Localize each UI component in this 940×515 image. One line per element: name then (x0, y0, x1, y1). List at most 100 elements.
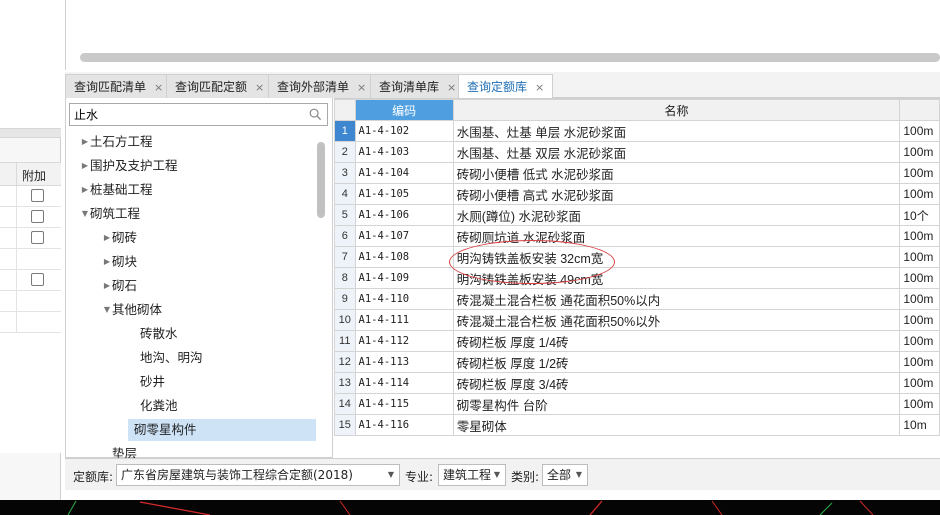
search-icon[interactable] (309, 108, 322, 121)
name-cell[interactable]: 零星砌体 (452, 414, 901, 436)
major-select[interactable]: 建筑工程 ▼ (438, 464, 506, 486)
tree-node[interactable]: ▶ 砌砖 (66, 226, 316, 250)
tab-3[interactable]: 查询外部清单 × (268, 74, 376, 98)
expand-right-icon[interactable]: ▶ (80, 154, 90, 178)
unit-cell[interactable]: 100m (899, 225, 940, 247)
unit-cell[interactable]: 100m (899, 162, 940, 184)
unit-cell[interactable]: 100m (899, 183, 940, 205)
attach-checkbox[interactable] (31, 273, 44, 286)
code-cell[interactable]: A1-4-103 (354, 141, 454, 163)
row-number-cell[interactable]: 1 (334, 120, 356, 142)
unit-cell[interactable]: 100m (899, 288, 940, 310)
tree-node[interactable]: ▶ 围护及支护工程 (66, 154, 316, 178)
code-cell[interactable]: A1-4-107 (354, 225, 454, 247)
table-row[interactable]: 10 A1-4-111 砖混凝土混合栏板 通花面积50%以外 100m (334, 309, 940, 331)
close-icon[interactable]: × (154, 81, 163, 94)
code-cell[interactable]: A1-4-114 (354, 372, 454, 394)
tree-node[interactable]: ▶ 砌石 (66, 274, 316, 298)
table-row[interactable]: 9 A1-4-110 砖混凝土混合栏板 通花面积50%以内 100m (334, 288, 940, 310)
tab-2[interactable]: 查询匹配定额 × (166, 74, 274, 98)
row-number-cell[interactable]: 11 (334, 330, 356, 352)
tree-node[interactable]: ▶ 桩基础工程 (66, 178, 316, 202)
unit-cell[interactable]: 100m (899, 330, 940, 352)
unit-cell[interactable]: 100m (899, 351, 940, 373)
tree-vertical-scrollbar[interactable] (317, 142, 325, 218)
horizontal-scrollbar[interactable] (80, 53, 940, 62)
name-cell[interactable]: 砖砌小便槽 高式 水泥砂浆面 (452, 183, 901, 205)
table-row[interactable]: 4 A1-4-105 砖砌小便槽 高式 水泥砂浆面 100m (334, 183, 940, 205)
unit-cell[interactable]: 100m (899, 393, 940, 415)
tab-5[interactable]: 查询定额库 × (458, 74, 554, 99)
code-cell[interactable]: A1-4-105 (354, 183, 454, 205)
unit-cell[interactable]: 100m (899, 372, 940, 394)
table-row[interactable]: 13 A1-4-114 砖砌栏板 厚度 3/4砖 100m (334, 372, 940, 394)
tab-1[interactable]: 查询匹配清单 × (65, 74, 173, 98)
table-row[interactable]: 14 A1-4-115 砌零星构件 台阶 100m (334, 393, 940, 415)
unit-cell[interactable]: 100m (899, 267, 940, 289)
category-select[interactable]: 全部 ▼ (542, 464, 588, 486)
row-number-cell[interactable]: 15 (334, 414, 356, 436)
code-cell[interactable]: A1-4-115 (354, 393, 454, 415)
tree-node[interactable]: ▼ 砌筑工程 (66, 202, 316, 226)
table-row[interactable]: 6 A1-4-107 砖砌厕坑道 水泥砂浆面 100m (334, 225, 940, 247)
close-icon[interactable]: × (447, 81, 456, 94)
table-row[interactable]: 2 A1-4-103 水围基、灶基 双层 水泥砂浆面 100m (334, 141, 940, 163)
name-cell[interactable]: 水围基、灶基 双层 水泥砂浆面 (452, 141, 901, 163)
row-number-cell[interactable]: 12 (334, 351, 356, 373)
tree-node[interactable]: 化粪池 (66, 394, 316, 418)
code-cell[interactable]: A1-4-112 (354, 330, 454, 352)
table-row[interactable]: 12 A1-4-113 砖砌栏板 厚度 1/2砖 100m (334, 351, 940, 373)
row-number-cell[interactable]: 6 (334, 225, 356, 247)
name-cell[interactable]: 砖混凝土混合栏板 通花面积50%以内 (452, 288, 901, 310)
attach-checkbox[interactable] (31, 231, 44, 244)
unit-cell[interactable]: 10m (899, 414, 940, 436)
row-number-cell[interactable]: 7 (334, 246, 356, 268)
row-number-cell[interactable]: 13 (334, 372, 356, 394)
attach-checkbox[interactable] (31, 189, 44, 202)
tree-node[interactable]: 砌零星构件 (66, 418, 316, 442)
table-row[interactable]: 11 A1-4-112 砖砌栏板 厚度 1/4砖 100m (334, 330, 940, 352)
unit-cell[interactable]: 10个 (899, 204, 940, 226)
row-number-cell[interactable]: 5 (334, 204, 356, 226)
unit-column-header[interactable] (899, 99, 940, 121)
row-number-cell[interactable]: 10 (334, 309, 356, 331)
quota-library-select[interactable]: 广东省房屋建筑与装饰工程综合定额(2018) ▼ (116, 464, 400, 486)
name-cell[interactable]: 砖混凝土混合栏板 通花面积50%以外 (452, 309, 901, 331)
table-row[interactable]: 7 A1-4-108 明沟铸铁盖板安装 32cm宽 100m (334, 246, 940, 268)
code-cell[interactable]: A1-4-104 (354, 162, 454, 184)
close-icon[interactable]: × (535, 81, 544, 94)
row-number-cell[interactable]: 4 (334, 183, 356, 205)
name-cell[interactable]: 砖砌栏板 厚度 1/4砖 (452, 330, 901, 352)
name-cell[interactable]: 砖砌小便槽 低式 水泥砂浆面 (452, 162, 901, 184)
name-cell[interactable]: 砖砌栏板 厚度 3/4砖 (452, 372, 901, 394)
tree-node[interactable]: 地沟、明沟 (66, 346, 316, 370)
table-row[interactable]: 3 A1-4-104 砖砌小便槽 低式 水泥砂浆面 100m (334, 162, 940, 184)
search-input[interactable] (70, 104, 300, 125)
expand-down-icon[interactable]: ▼ (102, 298, 112, 322)
tree-node[interactable]: ▶ 砌块 (66, 250, 316, 274)
row-number-cell[interactable]: 9 (334, 288, 356, 310)
expand-right-icon[interactable]: ▶ (102, 250, 112, 274)
name-cell[interactable]: 砌零星构件 台阶 (452, 393, 901, 415)
row-number-cell[interactable]: 8 (334, 267, 356, 289)
name-cell[interactable]: 砖砌厕坑道 水泥砂浆面 (452, 225, 901, 247)
attach-checkbox[interactable] (31, 210, 44, 223)
close-icon[interactable]: × (255, 81, 264, 94)
name-cell[interactable]: 砖砌栏板 厚度 1/2砖 (452, 351, 901, 373)
code-column-header[interactable]: 编码 (354, 99, 454, 121)
name-cell[interactable]: 明沟铸铁盖板安装 32cm宽 (452, 246, 901, 268)
tree-node[interactable]: 砂井 (66, 370, 316, 394)
name-column-header[interactable]: 名称 (452, 99, 901, 121)
expand-right-icon[interactable]: ▶ (80, 130, 90, 154)
row-number-cell[interactable]: 2 (334, 141, 356, 163)
table-row[interactable]: 15 A1-4-116 零星砌体 10m (334, 414, 940, 436)
code-cell[interactable]: A1-4-109 (354, 267, 454, 289)
tree-node[interactable]: 砖散水 (66, 322, 316, 346)
unit-cell[interactable]: 100m (899, 141, 940, 163)
code-cell[interactable]: A1-4-111 (354, 309, 454, 331)
code-cell[interactable]: A1-4-102 (354, 120, 454, 142)
row-number-cell[interactable]: 14 (334, 393, 356, 415)
expand-right-icon[interactable]: ▶ (80, 178, 90, 202)
tree-node[interactable]: ▼ 其他砌体 (66, 298, 316, 322)
code-cell[interactable]: A1-4-113 (354, 351, 454, 373)
